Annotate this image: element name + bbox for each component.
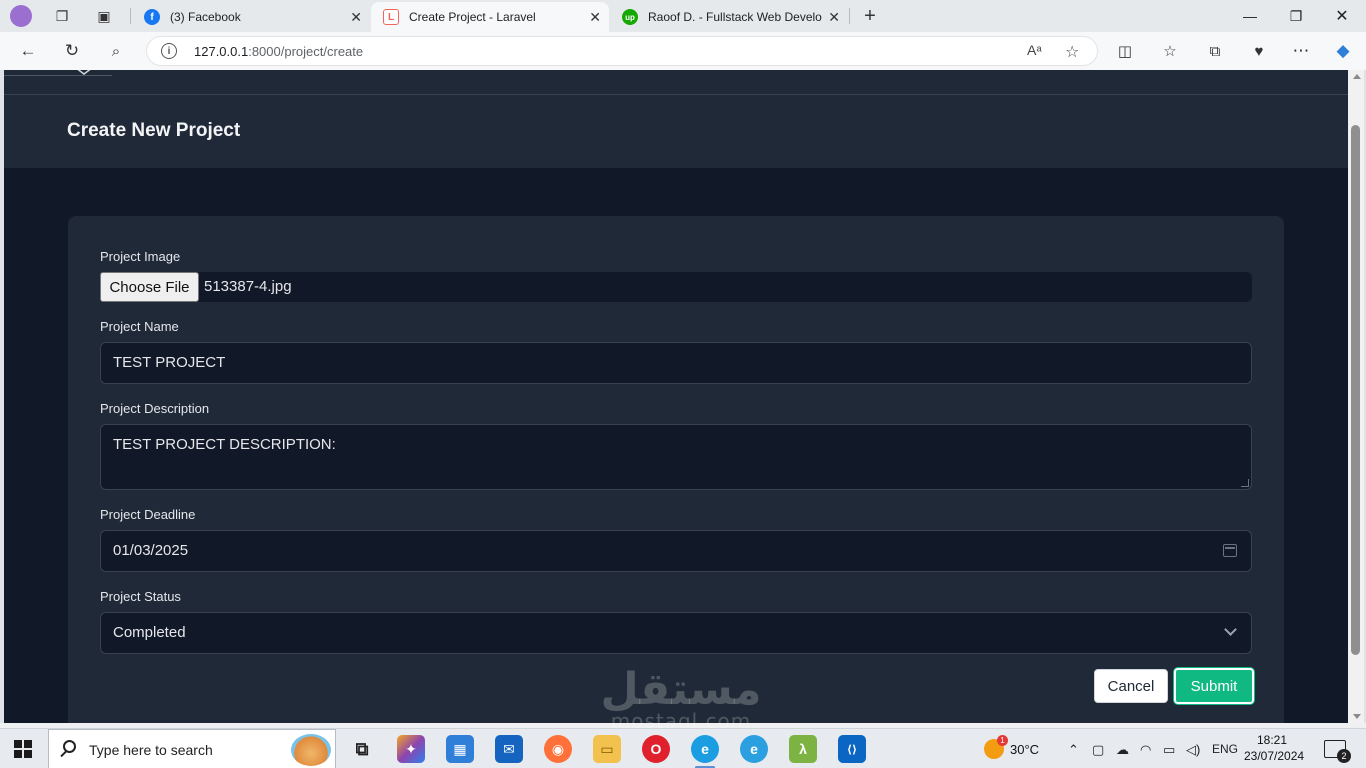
scroll-up-icon[interactable] — [1353, 74, 1361, 79]
clock-date: 23/07/2024 — [1244, 749, 1305, 763]
new-tab-button[interactable]: + — [858, 4, 882, 28]
logo-area — [4, 70, 112, 76]
scroll-down-icon[interactable] — [1353, 714, 1361, 719]
tab-actions-icon[interactable]: ▣ — [92, 4, 116, 28]
scrollbar-thumb[interactable] — [1351, 125, 1360, 655]
show-hidden-icons-icon[interactable]: ⌃ — [1068, 742, 1079, 758]
submit-button[interactable]: Submit — [1174, 668, 1254, 704]
read-aloud-icon[interactable]: A͏ᵃ — [1027, 42, 1042, 58]
project-deadline-label: Project Deadline — [100, 507, 196, 522]
resize-handle-icon[interactable] — [1241, 479, 1249, 487]
browser-toolbar: ← ↻ ⌕ i 127.0.0.1:8000/project/create A͏… — [0, 32, 1366, 70]
tab-upwork[interactable]: up Raoof D. - Fullstack Web Develop ✕ — [610, 2, 848, 32]
firefox-icon[interactable]: ◉ — [544, 735, 572, 763]
app-logo-icon[interactable] — [74, 70, 94, 78]
browser-tab-strip: ❐ ▣ f (3) Facebook ✕ L Create Project - … — [0, 0, 1366, 32]
choose-file-button[interactable]: Choose File — [100, 272, 199, 302]
tab-title: Raoof D. - Fullstack Web Develop — [648, 10, 822, 24]
close-tab-icon[interactable]: ✕ — [828, 9, 840, 26]
tab-create-project[interactable]: L Create Project - Laravel ✕ — [371, 2, 609, 32]
temperature-text: 30°C — [1010, 741, 1040, 757]
restore-icon[interactable]: ❐ — [1276, 4, 1316, 28]
battery-icon[interactable]: ▭ — [1163, 742, 1175, 758]
edge-icon[interactable]: e — [691, 735, 719, 768]
volume-icon[interactable]: ◁) — [1186, 742, 1200, 758]
mail-icon[interactable]: ✉ — [495, 735, 523, 763]
cancel-button[interactable]: Cancel — [1094, 669, 1168, 703]
search-icon — [63, 740, 76, 753]
collections-icon[interactable]: ⧉ — [1203, 39, 1227, 63]
camera-icon[interactable]: ▢ — [1092, 742, 1104, 758]
copilot-app-icon[interactable]: ✦ — [397, 735, 425, 763]
minimize-icon[interactable]: — — [1230, 4, 1270, 28]
workspaces-icon[interactable]: ❐ — [50, 4, 74, 28]
url-text: 127.0.0.1:8000/project/create — [194, 44, 364, 59]
top-navigation — [4, 70, 1348, 95]
close-window-icon[interactable]: ✕ — [1322, 4, 1362, 28]
page-title: Create New Project — [67, 120, 241, 141]
search-icon[interactable]: ⌕ — [104, 39, 128, 63]
profile-avatar[interactable] — [10, 5, 32, 27]
favorite-star-icon[interactable]: ☆ — [1065, 42, 1079, 62]
project-status-label: Project Status — [100, 589, 181, 604]
close-tab-icon[interactable]: ✕ — [589, 9, 601, 26]
browser-essentials-icon[interactable]: ♥ — [1247, 39, 1271, 63]
taskbar-search[interactable]: Type here to search — [48, 729, 336, 768]
more-menu-icon[interactable]: ⋯ — [1289, 39, 1313, 63]
language-indicator[interactable]: ENG — [1212, 742, 1238, 756]
project-description-textarea[interactable]: TEST PROJECT DESCRIPTION: — [100, 424, 1252, 490]
vscode-icon[interactable]: ⟨⟩ — [838, 735, 866, 763]
page-viewport: Create New Project Project Image Choose … — [4, 70, 1348, 723]
copilot-icon[interactable]: ◆ — [1331, 39, 1355, 63]
laragon-icon[interactable]: λ — [789, 735, 817, 763]
address-bar[interactable]: i 127.0.0.1:8000/project/create A͏ᵃ ☆ — [146, 36, 1098, 66]
windows-start-icon[interactable] — [14, 740, 32, 758]
facebook-icon: f — [144, 9, 160, 25]
upwork-icon: up — [622, 9, 638, 25]
windows-taskbar: Type here to search ⧉ ✦ ▦ ✉ ◉ ▭ O e e λ … — [0, 728, 1366, 768]
system-clock[interactable]: 18:21 23/07/2024 — [1244, 732, 1305, 764]
network-alert-icon[interactable]: ☁ — [1116, 742, 1129, 758]
project-name-label: Project Name — [100, 319, 179, 334]
clock-time: 18:21 — [1256, 733, 1288, 747]
project-deadline-value: 01/03/2025 — [113, 542, 189, 559]
edge-beta-icon[interactable]: e — [740, 735, 768, 763]
project-status-value: Completed — [113, 624, 186, 641]
notification-center-icon[interactable]: 2 — [1324, 740, 1351, 763]
favorites-icon[interactable]: ☆ — [1158, 39, 1182, 63]
laravel-icon: L — [383, 9, 399, 25]
project-description-value: TEST PROJECT DESCRIPTION: — [113, 436, 336, 453]
store-icon[interactable]: ▦ — [446, 735, 474, 763]
selected-file-name: 513387-4.jpg — [204, 278, 292, 295]
project-image-label: Project Image — [100, 249, 181, 264]
project-image-input[interactable]: Choose File 513387-4.jpg — [100, 272, 1252, 302]
wifi-icon[interactable]: ◠ — [1140, 742, 1151, 758]
tab-title: (3) Facebook — [170, 10, 241, 24]
project-name-value: TEST PROJECT — [113, 354, 226, 371]
search-placeholder: Type here to search — [89, 742, 213, 758]
close-tab-icon[interactable]: ✕ — [350, 9, 362, 26]
file-explorer-icon[interactable]: ▭ — [593, 735, 621, 763]
refresh-icon[interactable]: ↻ — [60, 39, 84, 63]
opera-icon[interactable]: O — [642, 735, 670, 763]
split-screen-icon[interactable]: ◫ — [1113, 39, 1137, 63]
search-highlight-icon — [291, 734, 331, 766]
project-name-input[interactable]: TEST PROJECT — [100, 342, 1252, 384]
project-deadline-input[interactable]: 01/03/2025 — [100, 530, 1252, 572]
chevron-down-icon — [1224, 623, 1237, 636]
tab-title: Create Project - Laravel — [409, 10, 536, 24]
create-project-form: Project Image Choose File 513387-4.jpg P… — [68, 216, 1284, 723]
weather-icon — [984, 735, 1008, 759]
task-view-icon[interactable]: ⧉ — [348, 735, 376, 763]
weather-widget[interactable]: 30°C — [984, 729, 1039, 768]
tab-facebook[interactable]: f (3) Facebook ✕ — [132, 2, 370, 32]
notification-count: 2 — [1337, 749, 1351, 763]
calendar-icon[interactable] — [1223, 544, 1237, 557]
page-header: Create New Project — [4, 95, 1348, 168]
back-icon[interactable]: ← — [16, 39, 40, 63]
site-info-icon[interactable]: i — [161, 43, 177, 59]
project-status-select[interactable]: Completed — [100, 612, 1252, 654]
project-description-label: Project Description — [100, 401, 210, 416]
